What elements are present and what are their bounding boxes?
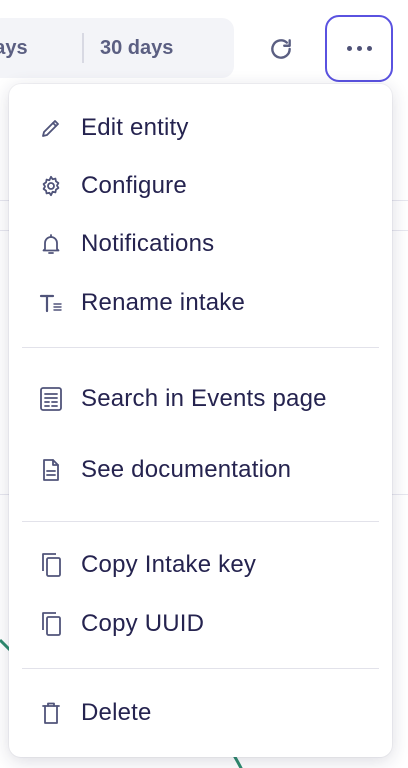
menu-item-label: Search in Events page (81, 385, 327, 412)
menu-item-label: Edit entity (81, 114, 189, 141)
menu-item-delete[interactable]: Delete (9, 688, 392, 738)
gear-icon (38, 173, 64, 199)
menu-divider (22, 521, 379, 522)
menu-item-label: Copy Intake key (81, 551, 257, 578)
range-separator (82, 33, 84, 63)
pencil-icon (38, 115, 64, 141)
more-horizontal-icon (346, 46, 372, 51)
trash-icon (38, 700, 64, 726)
bell-icon (38, 231, 64, 257)
menu-item-configure[interactable]: Configure (9, 161, 392, 211)
menu-item-notifications[interactable]: Notifications (9, 219, 392, 269)
refresh-button[interactable] (262, 30, 300, 68)
menu-item-copy-intake-key[interactable]: Copy Intake key (9, 540, 392, 590)
copy-icon (38, 552, 64, 578)
menu-item-copy-uuid[interactable]: Copy UUID (9, 599, 392, 649)
menu-item-label: Copy UUID (81, 610, 205, 637)
text-rename-icon (38, 290, 64, 316)
copy-icon (38, 611, 64, 637)
document-icon (38, 457, 64, 483)
menu-divider (22, 668, 379, 669)
refresh-icon (271, 39, 291, 59)
actions-menu: Edit entity Configure Notifications Rena… (9, 84, 392, 757)
menu-item-label: See documentation (81, 456, 292, 483)
time-range-selector: days 30 days (0, 18, 234, 78)
menu-item-label: Notifications (81, 230, 215, 257)
events-list-icon (38, 386, 64, 412)
menu-item-rename-intake[interactable]: Rename intake (9, 278, 392, 328)
menu-item-edit-entity[interactable]: Edit entity (9, 103, 392, 153)
menu-item-label: Configure (81, 172, 187, 199)
menu-item-search-events[interactable]: Search in Events page (9, 374, 392, 424)
menu-item-label: Rename intake (81, 289, 246, 316)
range-option-30-days[interactable]: 30 days (100, 18, 210, 78)
menu-divider (22, 347, 379, 348)
range-option-days[interactable]: days (0, 18, 68, 78)
more-actions-button[interactable] (325, 15, 393, 82)
menu-item-label: Delete (81, 699, 152, 726)
menu-item-see-documentation[interactable]: See documentation (9, 445, 392, 495)
